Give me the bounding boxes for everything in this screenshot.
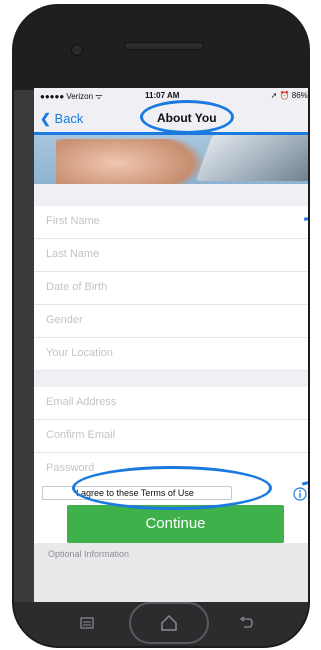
carrier-label: ●●●●● Verizon ᯤ — [40, 92, 103, 101]
annotation-circle-title — [140, 100, 234, 134]
speaker-grille — [124, 42, 204, 50]
section-separator — [34, 184, 308, 206]
email-placeholder: Email Address — [46, 396, 117, 408]
back-button[interactable]: ❮ Back — [40, 111, 83, 127]
email-field[interactable]: Email Address — [34, 387, 308, 420]
continue-button[interactable]: Continue — [67, 505, 284, 543]
home-icon — [161, 615, 177, 631]
last-name-field[interactable]: Last Name — [34, 239, 308, 272]
password-placeholder: Password — [46, 462, 95, 474]
back-label: Back — [54, 111, 84, 126]
first-name-placeholder: First Name — [46, 215, 100, 227]
section-separator — [34, 371, 308, 387]
dob-placeholder: Date of Birth — [46, 281, 108, 293]
confirm-email-placeholder: Confirm Email — [46, 429, 116, 441]
status-time: 11:07 AM — [145, 91, 180, 100]
optional-label: Optional Information — [48, 549, 130, 559]
back-arrow-icon[interactable] — [238, 616, 254, 630]
phone-frame: ●●●●● Verizon ᯤ 11:07 AM ➚ ⏰ 86% ▬ ❮ Bac… — [12, 4, 310, 648]
gender-field[interactable]: Gender — [34, 305, 308, 338]
phone-top-bezel — [14, 6, 308, 90]
annotation-line-header — [34, 132, 308, 135]
info-icon[interactable] — [293, 487, 307, 501]
confirm-email-field[interactable]: Confirm Email — [34, 420, 308, 453]
location-placeholder: Your Location — [46, 347, 113, 359]
hand-graphic — [56, 139, 206, 184]
app-screen: ●●●●● Verizon ᯤ 11:07 AM ➚ ⏰ 86% ▬ ❮ Bac… — [34, 88, 308, 602]
header-image — [34, 133, 308, 184]
status-right: ➚ ⏰ 86% ▬ — [270, 91, 308, 100]
back-chevron-icon: ❮ — [40, 111, 51, 126]
location-field[interactable]: Your Location — [34, 338, 308, 371]
last-name-placeholder: Last Name — [46, 248, 100, 260]
menu-icon[interactable] — [79, 616, 95, 630]
phone-bottom-bezel — [14, 602, 308, 646]
gender-placeholder: Gender — [46, 314, 83, 326]
home-button[interactable] — [129, 602, 209, 644]
device-graphic — [195, 135, 308, 181]
first-name-field[interactable]: First Name — [34, 206, 308, 239]
continue-label: Continue — [145, 515, 206, 532]
optional-section: Optional Information — [34, 543, 308, 602]
front-camera-icon — [71, 44, 83, 56]
dob-field[interactable]: Date of Birth — [34, 272, 308, 305]
annotation-circle-terms — [72, 466, 272, 510]
